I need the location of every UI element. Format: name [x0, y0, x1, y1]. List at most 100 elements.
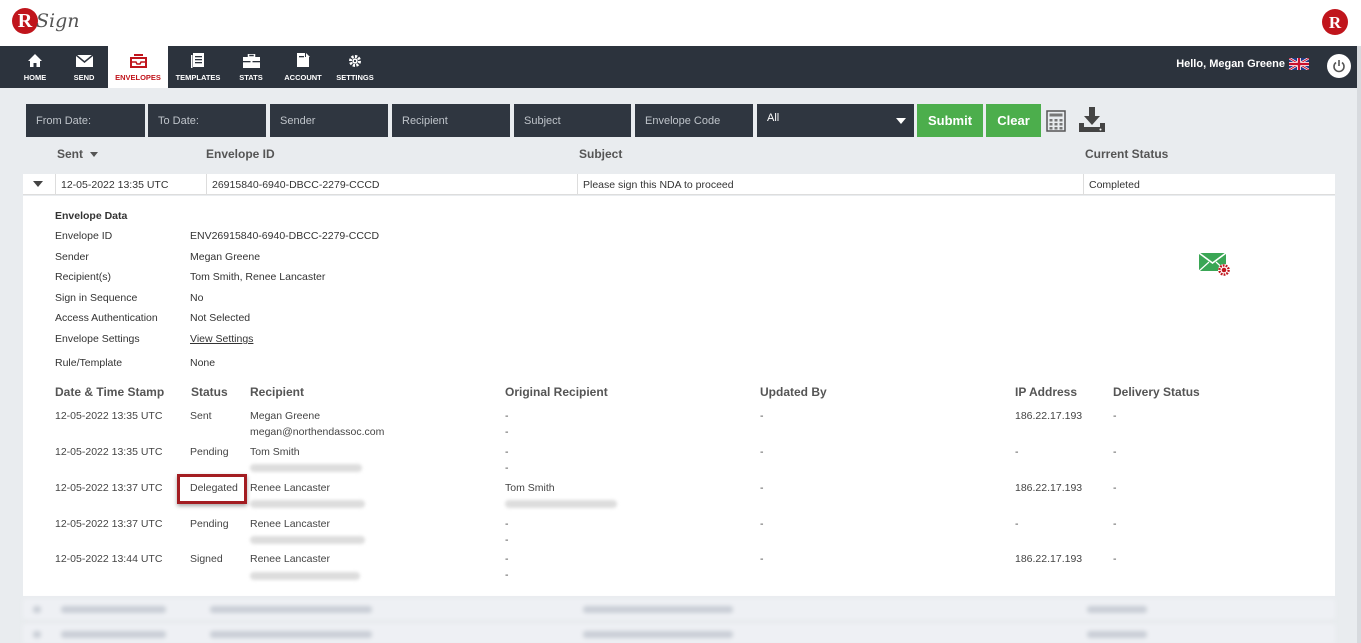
table-row[interactable] [23, 624, 1335, 643]
nav-settings[interactable]: SETTINGS [332, 46, 378, 88]
nav-send[interactable]: SEND [62, 46, 106, 88]
history-recipient: Renee Lancaster [250, 518, 330, 530]
resend-mail-icon[interactable] [1198, 250, 1232, 278]
field-value: Tom Smith, Renee Lancaster [190, 271, 326, 283]
briefcase-icon [242, 53, 260, 69]
history-recipient: Tom Smith [250, 446, 300, 458]
logo-mark: R [12, 8, 38, 34]
field-label: Envelope ID [55, 230, 113, 242]
history-timestamp: 12-05-2022 13:37 UTC [55, 482, 163, 494]
user-greeting[interactable]: Hello, Megan Greene [1176, 58, 1309, 70]
history-original-email: - [505, 426, 509, 438]
table-row[interactable]: 12-05-2022 13:35 UTC 26915840-6940-DBCC-… [23, 174, 1335, 195]
history-recipient: Renee Lancaster [250, 553, 330, 565]
redacted-email [250, 500, 365, 508]
document-icon [294, 53, 312, 69]
envelope-data-title: Envelope Data [55, 210, 128, 222]
col-subject-header[interactable]: Subject [579, 147, 622, 161]
history-ip: 186.22.17.193 [1015, 553, 1083, 565]
history-recipient: Megan Greene [250, 410, 321, 422]
history-original: Tom Smith [505, 482, 555, 494]
rsign-logo[interactable]: R Sign [12, 8, 80, 34]
history-col-delivery: Delivery Status [1113, 385, 1200, 399]
field-value: None [190, 357, 216, 369]
cell-envelope-id: 26915840-6940-DBCC-2279-CCCD [206, 174, 577, 195]
rpost-logo-icon: R [1322, 9, 1348, 35]
history-original-email: - [505, 569, 509, 581]
nav-envelopes[interactable]: ENVELOPES [108, 46, 168, 88]
download-icon[interactable] [1078, 107, 1106, 134]
nav-stats[interactable]: STATS [230, 46, 272, 88]
history-col-recipient: Recipient [250, 385, 305, 399]
recipient-input[interactable]: Recipient [392, 104, 510, 137]
logout-button[interactable] [1327, 54, 1351, 78]
history-timestamp: 12-05-2022 13:44 UTC [55, 553, 163, 565]
nav-account[interactable]: ACCOUNT [278, 46, 328, 88]
envelope-icon [75, 53, 93, 69]
from-date-input[interactable]: From Date: [26, 104, 145, 137]
history-delivery: - [1113, 410, 1117, 422]
history-col-ip: IP Address [1015, 385, 1078, 399]
history-original: - [505, 553, 509, 565]
redacted-email [505, 500, 617, 508]
col-envelope-id-header[interactable]: Envelope ID [206, 147, 275, 161]
table-row[interactable] [23, 599, 1335, 619]
nav-templates[interactable]: TEMPLATES [172, 46, 224, 88]
collapse-arrow-icon[interactable] [33, 181, 43, 187]
history-delivery: - [1113, 446, 1117, 458]
view-settings-link[interactable]: View Settings [190, 333, 253, 345]
history-delivery: - [1113, 482, 1117, 494]
clear-button[interactable]: Clear [986, 104, 1041, 137]
history-timestamp: 12-05-2022 13:37 UTC [55, 518, 163, 530]
history-recipient-email: megan@northendassoc.com [250, 426, 385, 438]
submit-button[interactable]: Submit [917, 104, 983, 137]
redacted-email [250, 572, 360, 580]
history-recipient: Renee Lancaster [250, 482, 330, 494]
history-updated-by: - [760, 518, 764, 530]
col-sent-header[interactable]: Sent [57, 147, 99, 161]
history-delivery: - [1113, 518, 1117, 530]
inbox-icon [129, 53, 147, 69]
subject-input[interactable]: Subject [514, 104, 631, 137]
history-col-status: Status [191, 385, 228, 399]
history-updated-by: - [760, 482, 764, 494]
svg-text:R: R [1329, 13, 1342, 32]
history-col-original: Original Recipient [505, 385, 608, 399]
history-original: - [505, 410, 509, 422]
history-status: Sent [190, 410, 212, 422]
to-date-input[interactable]: To Date: [148, 104, 266, 137]
history-original: - [505, 518, 509, 530]
field-label: Sign in Sequence [55, 292, 138, 304]
history-timestamp: 12-05-2022 13:35 UTC [55, 446, 163, 458]
status-select[interactable]: All [757, 104, 914, 137]
power-icon [1333, 60, 1345, 73]
envelope-code-input[interactable]: Envelope Code [635, 104, 753, 137]
delegated-highlight-box [177, 474, 247, 504]
history-ip: 186.22.17.193 [1015, 482, 1083, 494]
history-updated-by: - [760, 410, 764, 422]
field-value: No [190, 292, 204, 304]
history-original: - [505, 446, 509, 458]
history-col-updated-by: Updated By [760, 385, 827, 399]
history-ip: 186.22.17.193 [1015, 410, 1083, 422]
envelope-detail-panel: Envelope Data Envelope ID ENV26915840-69… [23, 196, 1335, 596]
redacted-email [250, 464, 362, 472]
history-status: Signed [190, 553, 223, 565]
top-bar: R Sign R [0, 0, 1361, 46]
gear-icon [346, 53, 364, 69]
book-icon [189, 53, 207, 69]
uk-flag-icon[interactable] [1289, 58, 1309, 70]
col-status-header[interactable]: Current Status [1085, 147, 1168, 161]
field-value: Not Selected [190, 312, 251, 324]
field-label: Access Authentication [55, 312, 158, 324]
history-updated-by: - [760, 553, 764, 565]
calculator-icon[interactable] [1046, 110, 1066, 132]
scrollbar[interactable] [1357, 46, 1361, 643]
cell-subject: Please sign this NDA to proceed [577, 174, 1083, 195]
home-icon [26, 53, 44, 69]
nav-home[interactable]: HOME [14, 46, 56, 88]
field-label: Envelope Settings [55, 333, 140, 345]
history-ip: - [1015, 446, 1019, 458]
history-status: Pending [190, 446, 229, 458]
sender-input[interactable]: Sender [270, 104, 388, 137]
